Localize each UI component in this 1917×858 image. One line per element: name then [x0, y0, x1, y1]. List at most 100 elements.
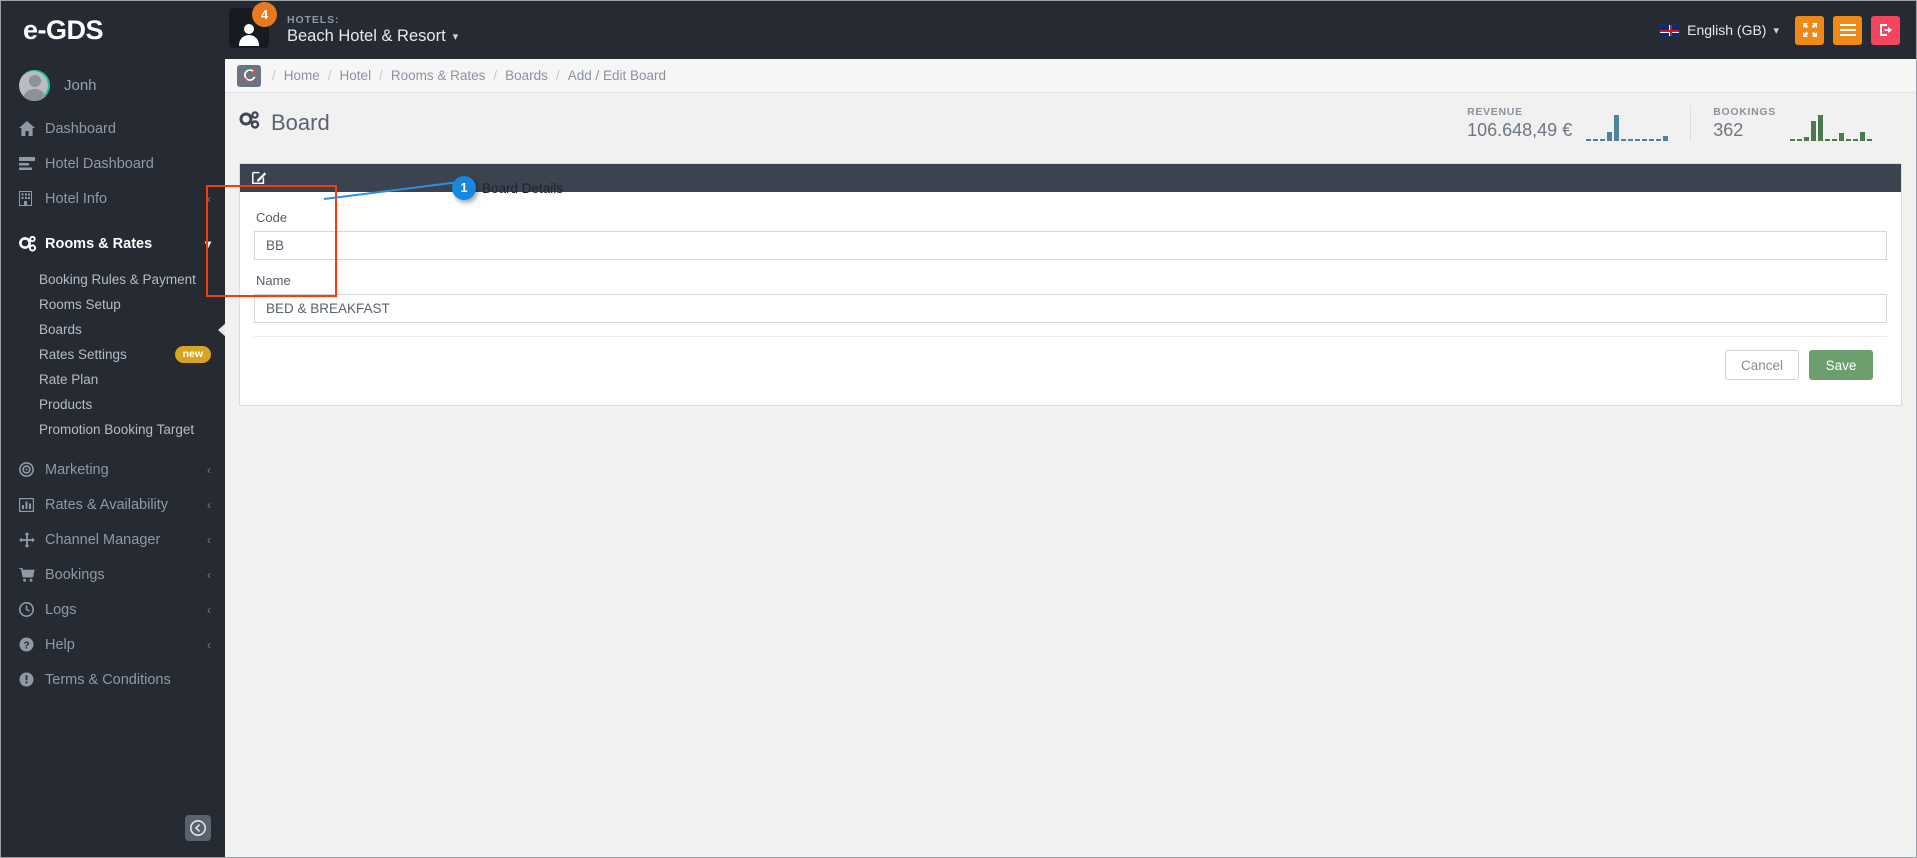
sidebar-item-rates-settings[interactable]: Rates Settings new — [1, 342, 225, 367]
chevron-left-icon: ‹ — [207, 532, 211, 547]
sidebar-submenu-rooms-and-rates: Booking Rules & Payment Rooms Setup Boar… — [1, 267, 225, 442]
menu-button[interactable] — [1833, 15, 1862, 45]
name-field-group: Name — [254, 273, 1887, 323]
page-title: Board — [239, 110, 330, 136]
annotation-pin-number: 1 — [460, 181, 468, 195]
refresh-icon — [243, 69, 255, 82]
fullscreen-button[interactable] — [1795, 15, 1824, 45]
stat-label: BOOKINGS — [1713, 105, 1776, 118]
svg-text:?: ? — [23, 640, 29, 651]
panel-body: Code Name Cancel Save — [240, 192, 1901, 405]
hotel-name[interactable]: Beach Hotel & Resort ▾ — [287, 27, 458, 46]
sidebar-item-marketing[interactable]: Marketing ‹ — [1, 452, 225, 487]
chevron-left-icon: ‹ — [207, 602, 211, 617]
sidebar-item-label: Logs — [45, 601, 77, 618]
move-arrows-icon — [19, 531, 45, 548]
breadcrumb: / Home / Hotel / Rooms & Rates / Boards … — [225, 59, 1916, 93]
language-selector[interactable]: English (GB) ▾ — [1659, 22, 1779, 38]
sidebar-item-label: Rooms & Rates — [45, 235, 153, 252]
sidebar-item-rate-plan[interactable]: Rate Plan — [1, 367, 225, 392]
hamburger-menu-icon — [1839, 24, 1856, 37]
sidebar: Jonh Dashboard Hotel Dashboard Hotel Inf… — [1, 59, 225, 857]
cancel-button[interactable]: Cancel — [1725, 350, 1799, 380]
sidebar-subitem-label: Products — [39, 397, 93, 412]
sidebar-subitem-label: Promotion Booking Target — [39, 422, 195, 437]
sidebar-item-rooms-setup[interactable]: Rooms Setup — [1, 292, 225, 317]
name-input[interactable] — [254, 294, 1887, 323]
sidebar-user[interactable]: Jonh — [1, 59, 225, 111]
question-circle-icon: ? — [19, 637, 45, 652]
chevron-left-icon: ‹ — [207, 567, 211, 582]
sidebar-item-hotel-dashboard[interactable]: Hotel Dashboard — [1, 146, 225, 181]
avatar — [19, 69, 50, 101]
sidebar-item-label: Rates & Availability — [45, 496, 169, 513]
stat-label: REVENUE — [1467, 105, 1523, 118]
sidebar-item-label: Channel Manager — [45, 531, 161, 548]
sidebar-item-label: Help — [45, 636, 75, 653]
sidebar-item-channel-manager[interactable]: Channel Manager ‹ — [1, 522, 225, 557]
logout-icon — [1879, 24, 1892, 36]
breadcrumb-item-boards[interactable]: Boards — [498, 68, 555, 83]
sidebar-item-products[interactable]: Products — [1, 392, 225, 417]
sidebar-item-boards[interactable]: Boards — [1, 317, 225, 342]
sidebar-item-label: Marketing — [45, 461, 109, 478]
sidebar-item-terms-and-conditions[interactable]: Terms & Conditions — [1, 662, 225, 697]
user-avatar[interactable]: 4 — [229, 2, 277, 52]
collapse-sidebar-icon — [190, 820, 206, 836]
sidebar-item-label: Hotel Info — [45, 190, 108, 207]
collapse-sidebar-button[interactable] — [185, 815, 211, 841]
expand-fullscreen-icon — [1802, 23, 1817, 37]
building-icon — [19, 191, 45, 206]
breadcrumb-item-hotel[interactable]: Hotel — [333, 68, 379, 83]
breadcrumb-item-home[interactable]: Home — [277, 68, 327, 83]
sidebar-item-booking-rules-and-payment[interactable]: Booking Rules & Payment — [1, 267, 225, 292]
page-title-text: Board — [271, 110, 330, 135]
sidebar-item-rates-and-availability[interactable]: Rates & Availability ‹ — [1, 487, 225, 522]
hotel-selector[interactable]: 4 HOTELS: Beach Hotel & Resort ▾ — [225, 2, 458, 52]
sidebar-item-label: Hotel Dashboard — [45, 155, 154, 172]
top-bar-actions: English (GB) ▾ — [1659, 15, 1916, 45]
bar-chart-icon — [19, 497, 45, 512]
home-icon — [19, 121, 45, 136]
target-icon — [19, 462, 45, 477]
chevron-down-icon: ▾ — [452, 31, 459, 43]
stats-summary: REVENUE 106.648,49 € BOOKINGS 362 — [1445, 105, 1894, 141]
page-header: Board REVENUE 106.648,49 € BOOKINGS 362 — [225, 93, 1916, 153]
breadcrumb-item-rooms-and-rates[interactable]: Rooms & Rates — [384, 68, 493, 83]
sidebar-item-bookings[interactable]: Bookings ‹ — [1, 557, 225, 592]
language-label: English (GB) — [1687, 22, 1767, 38]
stat-revenue: REVENUE 106.648,49 € — [1445, 106, 1690, 141]
refresh-button[interactable] — [237, 64, 261, 87]
code-field-label: Code — [256, 210, 288, 225]
code-input[interactable] — [254, 231, 1887, 260]
code-field-group: Code — [254, 210, 1887, 260]
hotel-name-text: Beach Hotel & Resort — [287, 27, 446, 45]
sidebar-item-hotel-info[interactable]: Hotel Info ‹ — [1, 181, 225, 216]
uk-flag-icon — [1659, 23, 1681, 37]
new-badge: new — [174, 346, 211, 363]
stat-bookings: BOOKINGS 362 — [1690, 105, 1894, 141]
sidebar-item-promotion-booking-target[interactable]: Promotion Booking Target — [1, 417, 225, 442]
logout-button[interactable] — [1871, 15, 1900, 45]
brand-logo[interactable]: e-GDS — [1, 1, 225, 59]
sidebar-item-dashboard[interactable]: Dashboard — [1, 111, 225, 146]
sidebar-item-label: Terms & Conditions — [45, 671, 171, 688]
sidebar-subitem-label: Rates Settings — [39, 347, 127, 362]
annotation-label-1: Board Details — [482, 181, 564, 196]
annotation-pin-1: 1 — [452, 176, 476, 200]
cart-icon — [19, 567, 45, 582]
chevron-left-icon: ‹ — [207, 637, 211, 652]
board-form-panel: Code Name Cancel Save — [239, 163, 1902, 406]
exclamation-circle-icon — [19, 672, 45, 687]
notification-badge[interactable]: 4 — [252, 2, 277, 27]
sidebar-subitem-label: Rate Plan — [39, 372, 99, 387]
sidebar-user-name: Jonh — [64, 76, 97, 94]
main-content: / Home / Hotel / Rooms & Rates / Boards … — [225, 59, 1916, 857]
stat-value: 362 — [1713, 119, 1744, 140]
sidebar-item-rooms-and-rates[interactable]: Rooms & Rates ▾ — [1, 226, 225, 261]
save-button[interactable]: Save — [1809, 350, 1873, 380]
breadcrumb-item-add-edit-board[interactable]: Add / Edit Board — [561, 68, 673, 83]
sidebar-item-logs[interactable]: Logs ‹ — [1, 592, 225, 627]
chevron-left-icon: ‹ — [207, 462, 211, 477]
sidebar-item-help[interactable]: ? Help ‹ — [1, 627, 225, 662]
